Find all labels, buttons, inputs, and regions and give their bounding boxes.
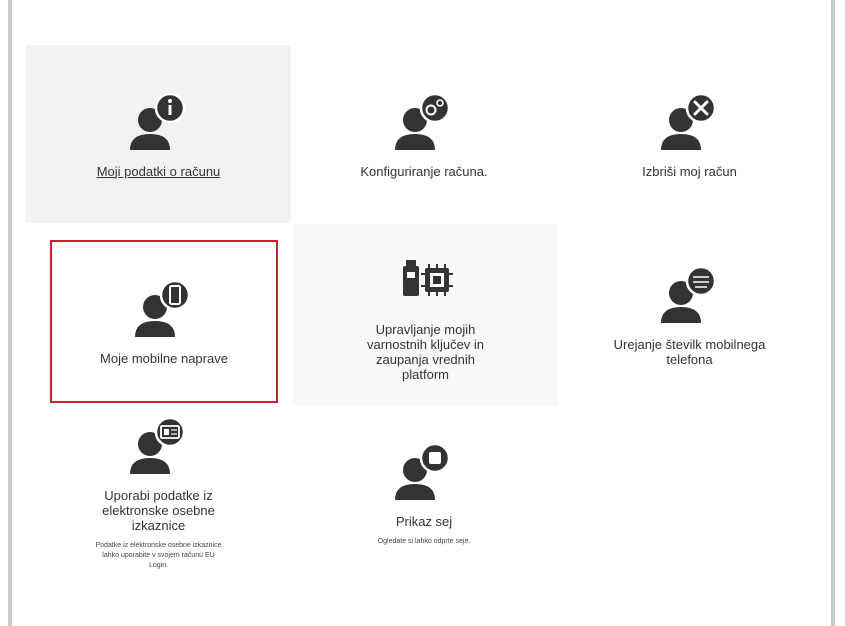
left-frame-border <box>8 0 12 626</box>
tile-description: Ogledate si lahko odprte seje. <box>377 538 471 545</box>
tile-description: Podatke iz elektronske osebne izkaznice … <box>95 542 222 569</box>
tile-label: Prikaz sej <box>395 514 453 529</box>
right-frame-border <box>831 0 835 626</box>
tile-my-mobile-devices[interactable]: Moje mobilne naprave <box>50 240 278 403</box>
tile-security-keys[interactable]: Upravljanje mojih varnostnih ključev in … <box>293 224 558 406</box>
user-delete-icon <box>660 92 716 150</box>
user-phone-number-icon <box>660 265 716 323</box>
security-key-chip-icon <box>402 260 453 296</box>
user-id-card-icon <box>129 416 185 474</box>
tile-label: Konfiguriranje računa. <box>360 163 488 179</box>
user-mobile-device-icon <box>135 279 191 337</box>
tile-delete-account[interactable]: Izbriši moj račun <box>557 45 822 223</box>
tile-label: Izbriši moj račun <box>642 163 737 179</box>
tile-label[interactable]: Moji podatki o računu <box>97 164 221 179</box>
tile-label: Upravljanje mojih varnostnih ključev in … <box>366 322 485 382</box>
tile-edit-phone-numbers[interactable]: Urejanje številk mobilnega telefona <box>557 224 822 406</box>
user-info-icon <box>129 92 185 150</box>
tile-label: Uporabi podatke iz elektronske osebne iz… <box>102 488 215 533</box>
tile-label: Moje mobilne naprave <box>100 351 228 366</box>
tile-label: Urejanje številk mobilnega telefona <box>613 337 766 367</box>
tile-view-sessions[interactable]: Prikaz sej Ogledate si lahko odprte seje… <box>291 408 557 598</box>
user-sessions-icon <box>395 442 451 500</box>
user-settings-icon <box>395 92 451 150</box>
tile-configure-account[interactable]: Konfiguriranje računa. <box>291 45 557 223</box>
tile-my-account-details[interactable]: Moji podatki o računu <box>26 45 291 223</box>
tile-use-eid-data[interactable]: Uporabi podatke iz elektronske osebne iz… <box>26 408 291 598</box>
